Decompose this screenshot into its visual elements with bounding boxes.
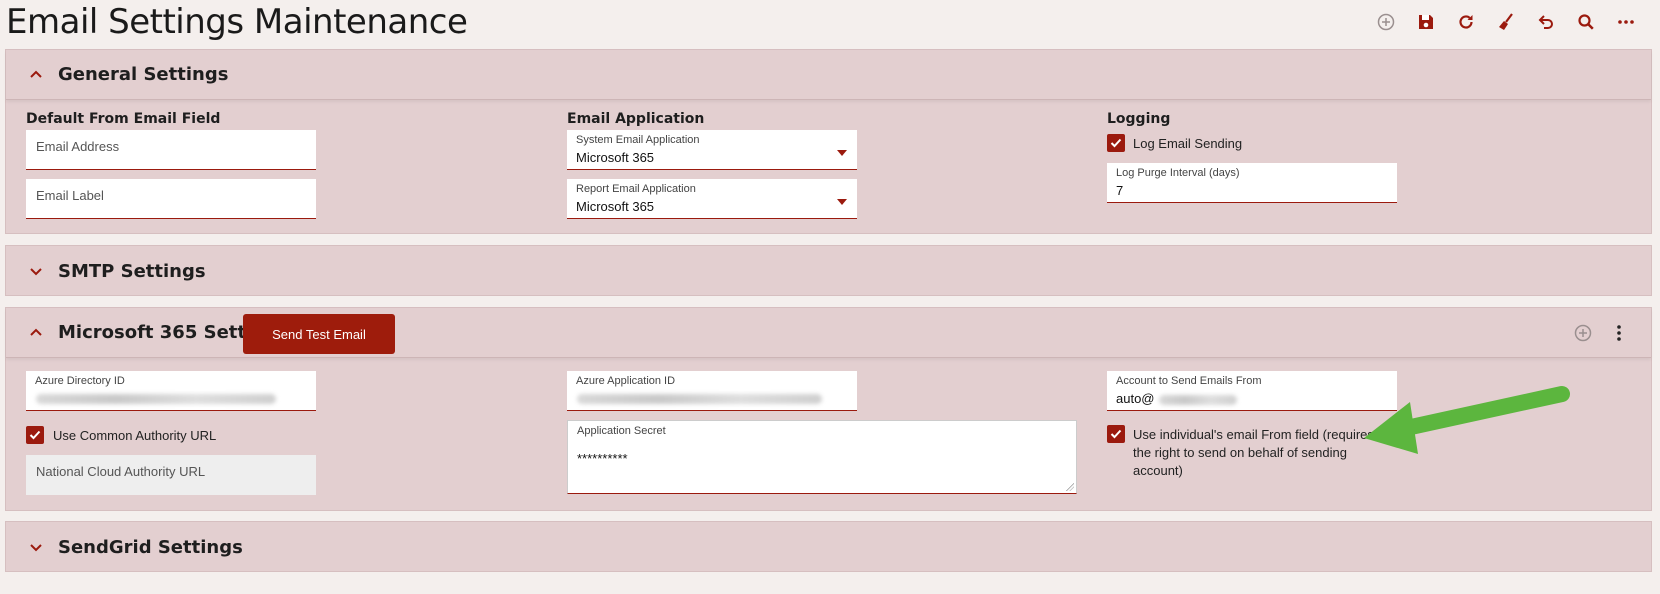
use-common-authority-label: Use Common Authority URL	[53, 428, 217, 443]
log-email-sending-label: Log Email Sending	[1133, 136, 1243, 151]
system-email-application-label: System Email Application	[576, 134, 700, 146]
redacted-value	[36, 394, 276, 404]
general-settings-header[interactable]: General Settings	[6, 50, 1651, 100]
chevron-down-icon[interactable]	[26, 537, 46, 557]
email-application-label: Email Application	[567, 111, 705, 127]
email-label-field[interactable]: Email Label	[26, 179, 316, 219]
application-secret-label: Application Secret	[577, 425, 666, 437]
smtp-settings-title: SMTP Settings	[58, 260, 206, 282]
logging-label: Logging	[1107, 111, 1171, 127]
system-email-application-value: Microsoft 365	[576, 150, 655, 165]
toolbar	[1366, 8, 1646, 36]
refresh-icon	[1459, 15, 1473, 29]
send-test-email-button[interactable]: Send Test Email	[243, 314, 395, 354]
log-purge-interval-value: 7	[1116, 183, 1124, 198]
email-address-placeholder: Email Address	[36, 139, 120, 154]
save-button[interactable]	[1406, 8, 1446, 36]
redacted-value	[1159, 395, 1237, 405]
resize-handle[interactable]	[1066, 483, 1074, 491]
log-purge-interval-label: Log Purge Interval (days)	[1116, 167, 1240, 179]
account-send-from-field[interactable]: Account to Send Emails From auto@	[1107, 371, 1397, 411]
chevron-up-icon[interactable]	[26, 323, 46, 343]
report-email-application-select[interactable]: Report Email Application Microsoft 365	[567, 179, 857, 219]
more-button[interactable]	[1606, 8, 1646, 36]
azure-application-id-label: Azure Application ID	[576, 375, 676, 387]
log-purge-interval-field[interactable]: Log Purge Interval (days) 7	[1107, 163, 1397, 203]
azure-directory-id-label: Azure Directory ID	[35, 375, 125, 387]
default-from-label: Default From Email Field	[26, 111, 221, 127]
system-email-application-select[interactable]: System Email Application Microsoft 365	[567, 130, 857, 170]
search-button[interactable]	[1566, 8, 1606, 36]
broom-icon	[1499, 13, 1513, 30]
national-cloud-authority-placeholder: National Cloud Authority URL	[36, 464, 206, 479]
use-individual-from-checkbox[interactable]	[1107, 425, 1125, 443]
redacted-value	[577, 394, 822, 404]
sendgrid-settings-header[interactable]: SendGrid Settings	[6, 522, 1651, 572]
refresh-button[interactable]	[1446, 8, 1486, 36]
kebab-menu-button[interactable]	[1609, 323, 1629, 343]
add-button[interactable]	[1573, 323, 1593, 343]
national-cloud-authority-field: National Cloud Authority URL	[26, 455, 316, 495]
annotation-arrow-icon	[1364, 386, 1570, 454]
email-label-placeholder: Email Label	[36, 188, 104, 203]
sendgrid-settings-panel: SendGrid Settings	[5, 521, 1652, 572]
save-icon	[1419, 15, 1433, 29]
dropdown-arrow-icon[interactable]	[837, 150, 847, 156]
account-send-from-label: Account to Send Emails From	[1116, 375, 1262, 387]
account-send-from-value: auto@	[1116, 391, 1155, 406]
checkmark-icon	[29, 430, 41, 440]
search-icon	[1578, 14, 1594, 30]
azure-directory-id-field[interactable]: Azure Directory ID	[26, 371, 316, 411]
checkmark-icon	[1110, 429, 1122, 439]
use-individual-from-label: Use individual's email From field (requi…	[1133, 427, 1374, 478]
checkmark-icon	[1110, 138, 1122, 148]
use-common-authority-checkbox[interactable]	[26, 426, 44, 444]
smtp-settings-header[interactable]: SMTP Settings	[6, 246, 1651, 296]
report-email-application-value: Microsoft 365	[576, 199, 655, 214]
general-settings-title: General Settings	[58, 64, 229, 85]
add-icon	[1377, 13, 1395, 31]
azure-application-id-field[interactable]: Azure Application ID	[567, 371, 857, 411]
add-icon	[1574, 324, 1592, 342]
chevron-up-icon[interactable]	[26, 65, 46, 85]
application-secret-field[interactable]: Application Secret **********	[567, 420, 1077, 494]
email-address-field[interactable]: Email Address	[26, 130, 316, 170]
more-icon	[1618, 20, 1634, 24]
general-settings-panel: General Settings Default From Email Fiel…	[5, 49, 1652, 234]
application-secret-value: **********	[577, 451, 628, 466]
clear-button[interactable]	[1486, 8, 1526, 36]
undo-icon	[1538, 15, 1553, 29]
page-title: Email Settings Maintenance	[6, 2, 468, 42]
add-button[interactable]	[1366, 8, 1406, 36]
smtp-settings-panel: SMTP Settings	[5, 245, 1652, 296]
sendgrid-settings-title: SendGrid Settings	[58, 536, 243, 558]
dropdown-arrow-icon[interactable]	[837, 199, 847, 205]
report-email-application-label: Report Email Application	[576, 183, 696, 195]
log-email-sending-checkbox[interactable]	[1107, 134, 1125, 152]
kebab-menu-icon	[1617, 325, 1621, 341]
undo-button[interactable]	[1526, 8, 1566, 36]
chevron-down-icon[interactable]	[26, 261, 46, 281]
